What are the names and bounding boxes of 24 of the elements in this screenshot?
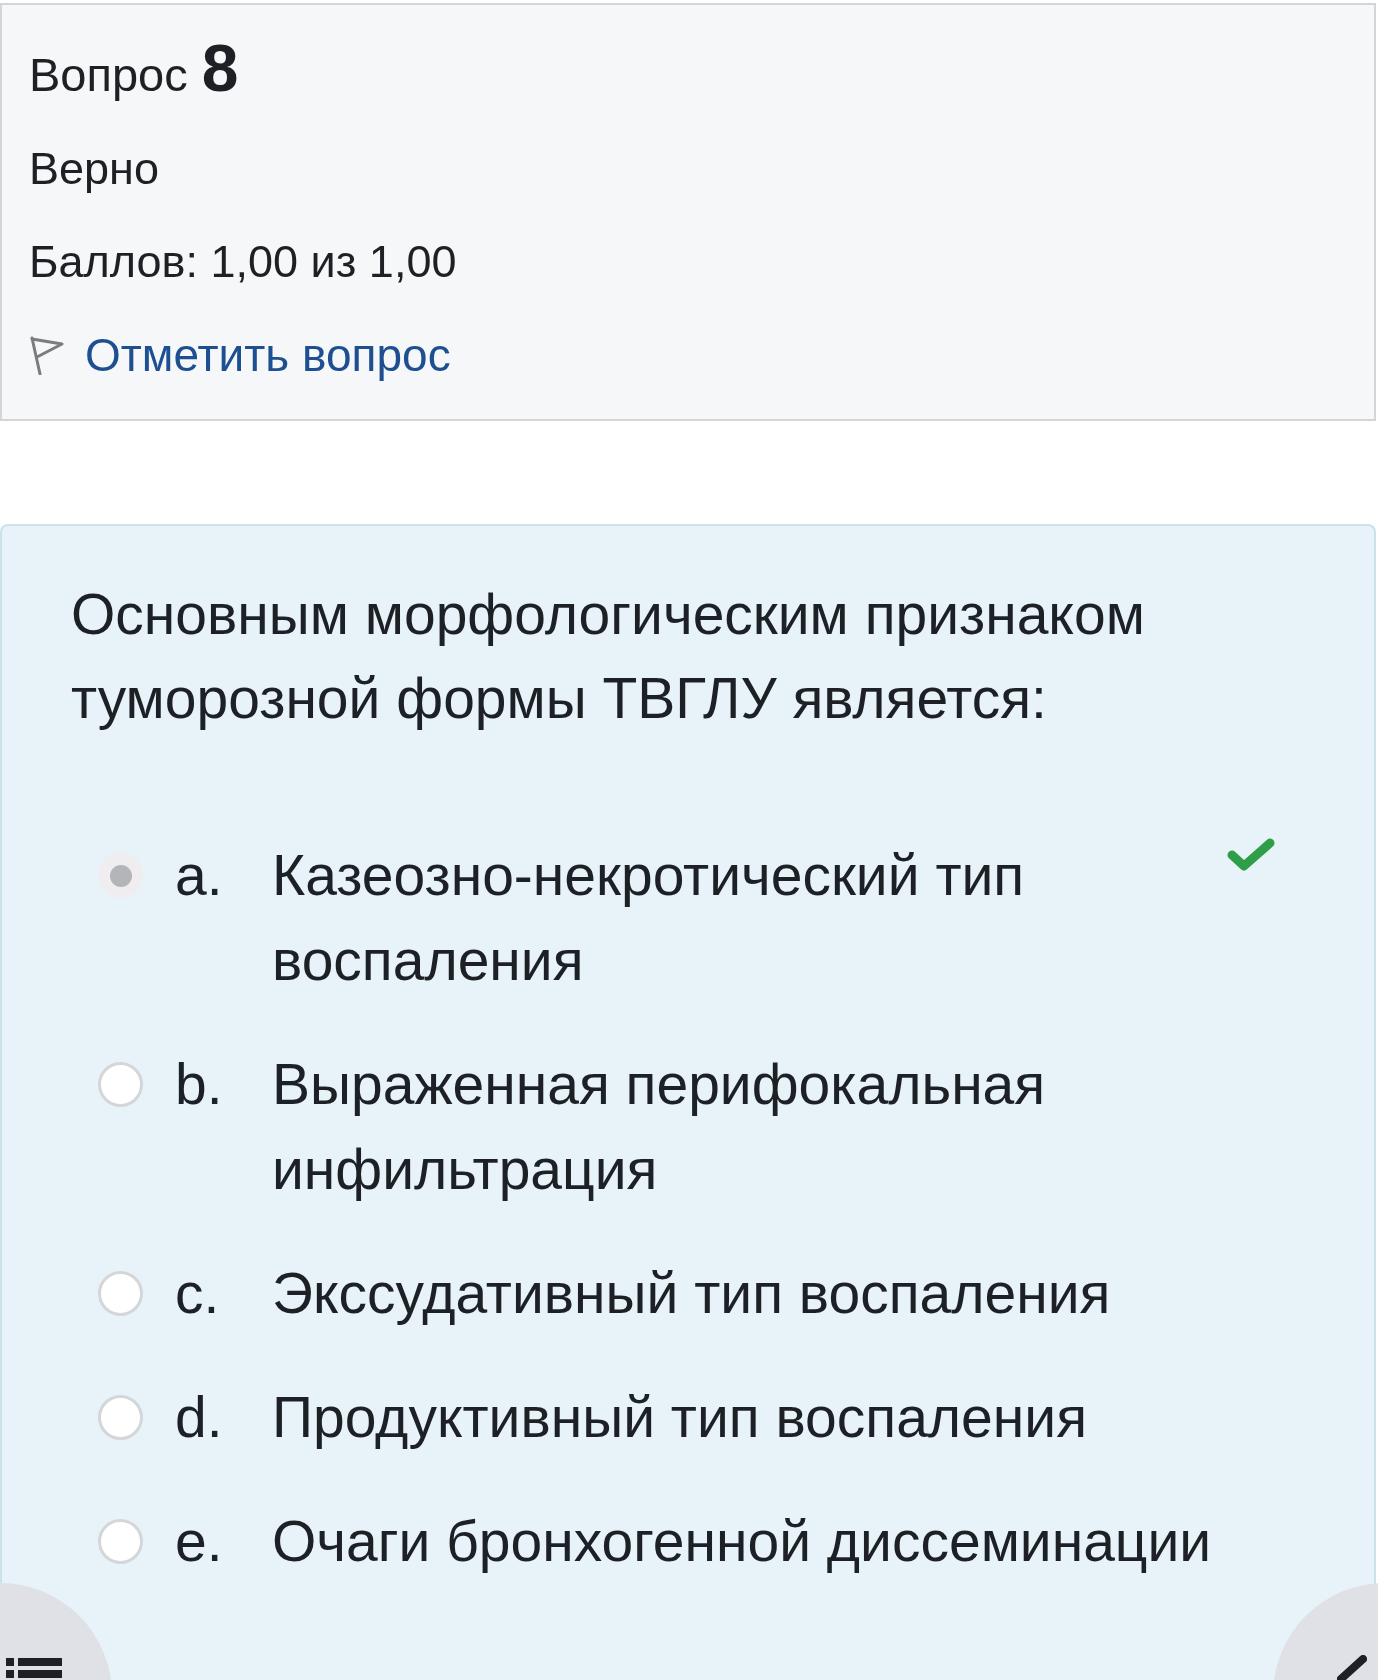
radio-button[interactable] xyxy=(98,1519,143,1564)
option-letter: c. xyxy=(175,1260,221,1327)
option-letter: e. xyxy=(175,1508,224,1575)
option-label: Экссудативный тип воспаления xyxy=(272,1260,1112,1327)
option-letter: b. xyxy=(175,1051,224,1118)
option-label: Выраженная перифокальная инфильтрация xyxy=(272,1051,1047,1203)
question-number: 8 xyxy=(201,37,239,99)
radio-button[interactable] xyxy=(98,1395,143,1440)
question-state: Верно xyxy=(29,142,159,196)
radio-button[interactable] xyxy=(98,1062,143,1107)
option-letter: a. xyxy=(175,842,224,909)
flag-question-link[interactable]: Отметить вопрос xyxy=(29,325,451,385)
question-grade: Баллов: 1,00 из 1,00 xyxy=(29,235,457,289)
list-icon xyxy=(6,1658,62,1680)
option-label: Очаги бронхогенной диссеминации xyxy=(272,1508,1213,1575)
option-label: Продуктивный тип воспаления xyxy=(272,1384,1088,1451)
radio-button[interactable] xyxy=(98,1271,143,1316)
pencil-icon xyxy=(1337,1655,1367,1680)
option-letter: d. xyxy=(175,1384,224,1451)
flag-icon xyxy=(29,335,65,375)
option-label: Казеозно-некротический тип воспаления xyxy=(272,842,1026,994)
radio-button[interactable] xyxy=(98,853,143,898)
question-text: Основным морфологическим признаком туморозной формы ТВГЛУ является: xyxy=(71,581,1146,732)
question-label: Вопрос xyxy=(29,47,188,103)
